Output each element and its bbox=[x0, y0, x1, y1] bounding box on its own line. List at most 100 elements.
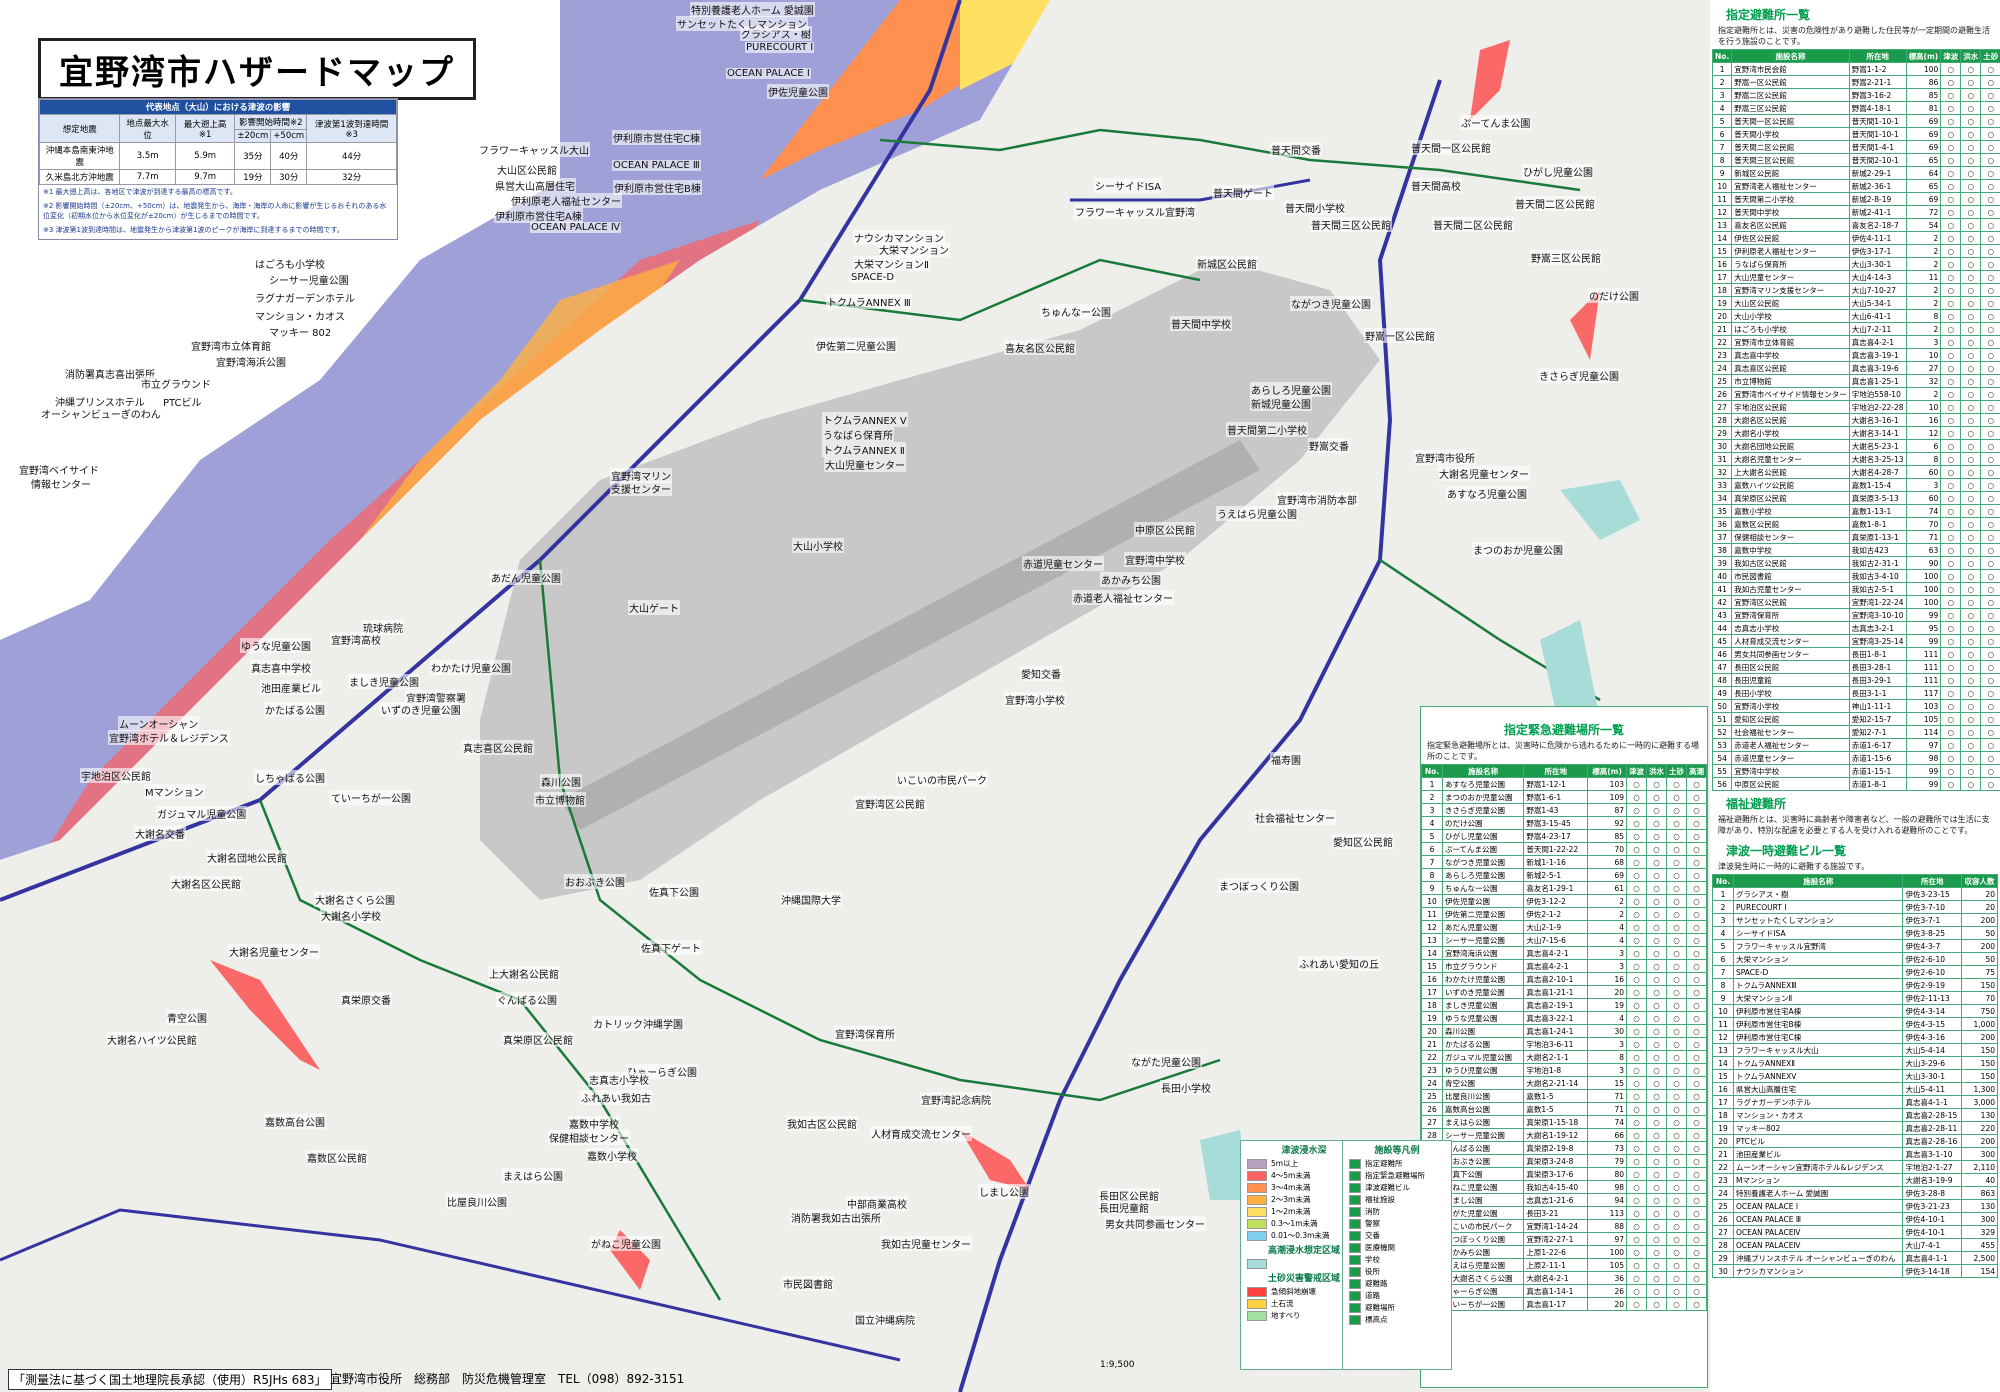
map-label[interactable]: あだん児童公園 bbox=[490, 570, 562, 585]
table-row[interactable]: 35嘉数小学校嘉数1-13-174○○○○ bbox=[1711, 504, 2000, 518]
table-row[interactable]: 25市立博物館真志喜1-25-132○○○○ bbox=[1711, 374, 2000, 388]
table-row[interactable]: 46男女共同参画センター長田1-8-1111○○○○ bbox=[1711, 647, 2000, 661]
map-label[interactable]: 大謝名小学校 bbox=[320, 908, 382, 923]
map-label[interactable]: トクムラANNEX Ⅱ bbox=[822, 442, 906, 457]
table-row[interactable]: 50宜野湾小学校神山1-11-1103○○○○ bbox=[1711, 699, 2000, 713]
table-row[interactable]: 5 ひがし児童公園 野嵩4-23-17 85 ○ ○ ○ ○ bbox=[1421, 829, 1707, 843]
map-label[interactable]: 宜野湾ホテル＆レジデンス bbox=[108, 730, 230, 745]
map-label[interactable]: うえはら児童公園 bbox=[1216, 506, 1298, 521]
map-label[interactable]: 市立グラウンド bbox=[140, 376, 212, 391]
table-row[interactable]: 29 沖縄プリンスホテル オーシャンビューぎのわん 真志喜4-1-1 2,500 bbox=[1712, 1251, 1999, 1265]
table-row[interactable]: 8普天間三区公民館普天間2-10-165○○○○ bbox=[1711, 153, 2000, 167]
table-row[interactable]: 55宜野湾中学校赤道1-15-199○○○○ bbox=[1711, 764, 2000, 778]
table-row[interactable]: 34ながた児童公園長田3-21113○○○○ bbox=[1421, 1206, 1707, 1220]
map-label[interactable]: ゆうな児童公園 bbox=[240, 638, 312, 653]
table-row[interactable]: 3 きさらぎ児童公園 野嵩1-43 87 ○ ○ ○ ○ bbox=[1421, 803, 1707, 817]
map-label[interactable]: 宜野湾市消防本部 bbox=[1276, 492, 1358, 507]
map-label[interactable]: ながつき児童公園 bbox=[1290, 296, 1372, 311]
map-label[interactable]: 野嵩交番 bbox=[1308, 438, 1350, 453]
table-row[interactable]: 4野嵩三区公民館野嵩4-18-181○○○○ bbox=[1711, 101, 2000, 115]
table-row[interactable]: 36嘉数区公民館嘉数1-8-170○○○○ bbox=[1711, 517, 2000, 531]
table-row[interactable]: 7 SPACE-D 伊佐2-6-10 75 bbox=[1712, 965, 1999, 979]
map-label[interactable]: 大謝名さくら公園 bbox=[314, 892, 396, 907]
map-label[interactable]: 伊利原市営住宅C棟 bbox=[612, 130, 701, 145]
table-row[interactable]: 12 伊利原市営住宅C棟 伊佐4-3-16 200 bbox=[1712, 1030, 1999, 1044]
map-label[interactable]: 大山区公民館 bbox=[496, 162, 558, 177]
table-row[interactable]: 12普天間中学校新城2-41-172○○○○ bbox=[1711, 205, 2000, 219]
table-row[interactable]: 40ひゃーらぎ公園真志喜1-14-126○○○○ bbox=[1421, 1284, 1707, 1298]
map-label[interactable]: 伊佐第二児童公園 bbox=[815, 338, 897, 353]
map-label[interactable]: 大栄マンションⅡ bbox=[853, 256, 930, 271]
table-row[interactable]: 17 ラグナガーデンホテル 真志喜4-1-1 3,000 bbox=[1712, 1095, 1999, 1109]
map-label[interactable]: ながた児童公園 bbox=[1130, 1054, 1202, 1069]
table-row[interactable]: 43宜野湾保育所宜野湾3-10-1099○○○○ bbox=[1711, 608, 2000, 622]
table-row[interactable]: 38嘉数中学校我如古42363○○○○ bbox=[1711, 543, 2000, 557]
table-row[interactable]: 35いこいの市民パーク宜野湾1-14-2488○○○○ bbox=[1421, 1219, 1707, 1233]
table-row[interactable]: 30 ナウシカマンション 伊佐3-14-18 154 bbox=[1712, 1264, 1999, 1278]
map-label[interactable]: シーサー児童公園 bbox=[268, 272, 350, 287]
map-label[interactable]: 比屋良川公園 bbox=[446, 1194, 508, 1209]
map-label[interactable]: Mマンション bbox=[144, 784, 205, 799]
map-label[interactable]: 真栄原交番 bbox=[340, 992, 392, 1007]
map-label[interactable]: 野嵩三区公民館 bbox=[1530, 250, 1602, 265]
table-row[interactable]: 41ていーちが一公園真志喜1-1720○○○○ bbox=[1421, 1297, 1707, 1311]
map-label[interactable]: がねこ児童公園 bbox=[590, 1236, 662, 1251]
map-label[interactable]: ぐんばる公園 bbox=[496, 992, 558, 1007]
table-row[interactable]: 13 シーサー児童公園 大山7-15-6 4 ○ ○ ○ ○ bbox=[1421, 933, 1707, 947]
map-label[interactable]: 宜野湾市役所 bbox=[1414, 450, 1476, 465]
table-row[interactable]: 29大謝名小学校大謝名3-14-112○○○○ bbox=[1711, 426, 2000, 440]
table-row[interactable]: 52社会福祉センター愛知2-7-1114○○○○ bbox=[1711, 725, 2000, 739]
map-label[interactable]: 大謝名団地公民館 bbox=[206, 850, 288, 865]
map-label[interactable]: ふれあい我如古 bbox=[580, 1090, 652, 1105]
table-row[interactable]: 1 あすなろ児童公園 野嵩1-12-1 103 ○ ○ ○ ○ bbox=[1421, 777, 1707, 791]
map-label[interactable]: 普天間交番 bbox=[1270, 142, 1322, 157]
table-row[interactable]: 31佐真下公園真栄原3-17-680○○○○ bbox=[1421, 1167, 1707, 1181]
map-label[interactable]: 国立沖縄病院 bbox=[854, 1312, 916, 1327]
table-row[interactable]: 7 ながつき児童公園 新城1-1-16 68 ○ ○ ○ ○ bbox=[1421, 855, 1707, 869]
table-row[interactable]: 53赤道老人福祉センター赤道1-6-1797○○○○ bbox=[1711, 738, 2000, 752]
table-row[interactable]: 24 青空公園 大謝名2-21-14 15 ○ ○ ○ ○ bbox=[1421, 1076, 1707, 1090]
map-label[interactable]: ラグナガーデンホテル bbox=[254, 290, 356, 305]
map-label[interactable]: おおぶき公園 bbox=[564, 874, 626, 889]
map-label[interactable]: いずのき児童公園 bbox=[380, 702, 462, 717]
map-label[interactable]: サンセットたくしマンション bbox=[676, 16, 808, 31]
map-label[interactable]: フラワーキャッスル大山 bbox=[478, 142, 590, 157]
table-row[interactable]: 12 あだん児童公園 大山2-1-9 4 ○ ○ ○ ○ bbox=[1421, 920, 1707, 934]
table-row[interactable]: 18 マンション・カオス 真志喜2-28-15 130 bbox=[1712, 1108, 1999, 1122]
map-label[interactable]: ちゅんなー公園 bbox=[1040, 304, 1112, 319]
map-label[interactable]: 宜野湾中学校 bbox=[1124, 552, 1186, 567]
map-label[interactable]: 普天間第二小学校 bbox=[1226, 422, 1308, 437]
map-label[interactable]: 長田小学校 bbox=[1160, 1080, 1212, 1095]
map-label[interactable]: 上大謝名公民館 bbox=[488, 966, 560, 981]
map-label[interactable]: あかみち公園 bbox=[1100, 572, 1162, 587]
map-label[interactable]: 市立博物館 bbox=[534, 792, 586, 807]
map-label[interactable]: 大謝名交番 bbox=[134, 826, 186, 841]
map-label[interactable]: まえはら公園 bbox=[502, 1168, 564, 1183]
map-label[interactable]: 嘉数小学校 bbox=[586, 1148, 638, 1163]
map-label[interactable]: 県営大山高層住宅 bbox=[494, 178, 576, 193]
map-label[interactable]: 宜野湾小学校 bbox=[1004, 692, 1066, 707]
table-row[interactable]: 17 いずのき児童公園 真志喜1-21-1 20 ○ ○ ○ ○ bbox=[1421, 985, 1707, 999]
map-label[interactable]: 沖縄国際大学 bbox=[780, 892, 842, 907]
map-label[interactable]: 普天間ゲート bbox=[1212, 185, 1274, 200]
map-label[interactable]: 支援センター bbox=[610, 481, 672, 496]
table-row[interactable]: 14伊佐区公民館伊佐4-11-12○○○○ bbox=[1711, 231, 2000, 245]
table-row[interactable]: 39我如古区公民館我如古2-31-190○○○○ bbox=[1711, 556, 2000, 570]
table-row[interactable]: 1 グラシアス・樹 伊佐3-23-15 20 bbox=[1712, 887, 1999, 901]
map-label[interactable]: カトリック沖縄学園 bbox=[592, 1016, 684, 1031]
map-label[interactable]: 大謝名区公民館 bbox=[170, 876, 242, 891]
table-row[interactable]: 23 Mマンション 大謝名3-19-9 40 bbox=[1712, 1173, 1999, 1187]
table-row[interactable]: 28 シーサー児童公園 大謝名1-19-12 66 ○ ○ ○ ○ bbox=[1421, 1128, 1707, 1142]
table-row[interactable]: 28大謝名区公民館大謝名3-16-116○○○○ bbox=[1711, 413, 2000, 427]
table-row[interactable]: 31大謝名児童センター大謝名3-25-138○○○○ bbox=[1711, 452, 2000, 466]
table-row[interactable]: 49長田小学校長田3-1-1117○○○○ bbox=[1711, 686, 2000, 700]
map-label[interactable]: 愛知区公民館 bbox=[1332, 834, 1394, 849]
table-row[interactable]: 9 ちゅんなー公園 喜友名1-29-1 61 ○ ○ ○ ○ bbox=[1421, 881, 1707, 895]
table-row[interactable]: 22 ムーンオーシャン宜野湾ホテル&レジデンス 宇地泊2-1-27 2,110 bbox=[1712, 1160, 1999, 1174]
table-row[interactable]: 23 ゆうひ児童公園 宇地泊1-8 3 ○ ○ ○ ○ bbox=[1421, 1063, 1707, 1077]
map-label[interactable]: 普天間二区公民館 bbox=[1432, 217, 1514, 232]
map-label[interactable]: 大謝名児童センター bbox=[1438, 466, 1530, 481]
table-row[interactable]: 51愛知区公民館愛知2-15-7105○○○○ bbox=[1711, 712, 2000, 726]
map-label[interactable]: 赤道老人福祉センター bbox=[1072, 590, 1174, 605]
map-label[interactable]: 佐真下ゲート bbox=[640, 940, 702, 955]
